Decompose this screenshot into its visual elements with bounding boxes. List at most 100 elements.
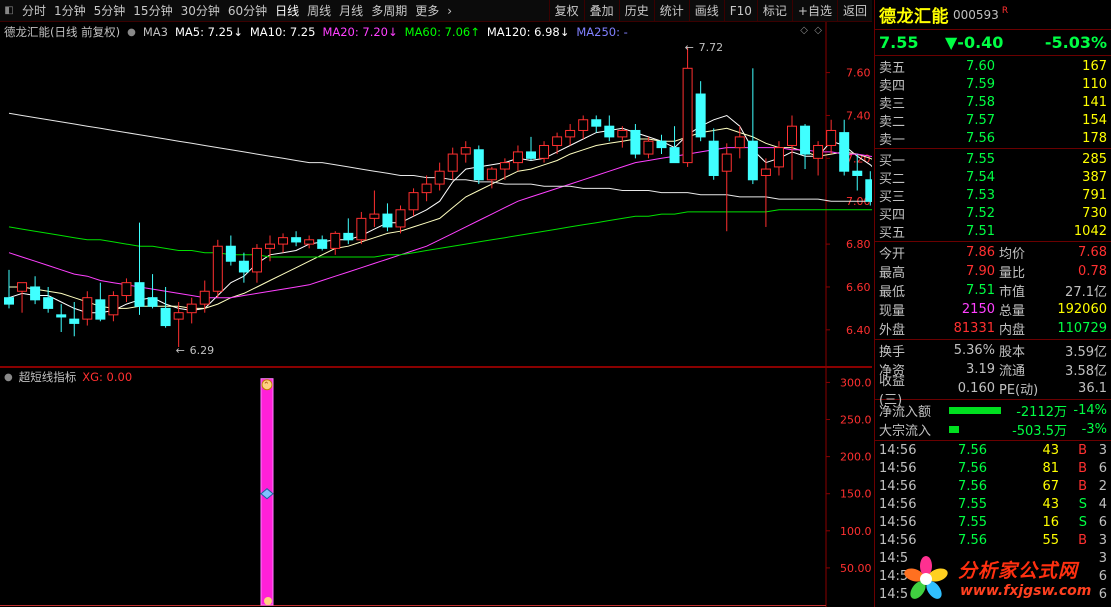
- stat-value: 81331: [953, 321, 995, 336]
- toolbar-button-8[interactable]: 返回: [836, 0, 872, 22]
- candle-body: [512, 151, 523, 164]
- settings-icon[interactable]: ●: [127, 27, 136, 38]
- stat-row: 最高 7.90 量比 0.78: [875, 262, 1111, 281]
- period-tab-10[interactable]: 更多: [411, 0, 443, 22]
- toolbar-button-2[interactable]: 历史: [618, 0, 654, 22]
- indicator-xg-value: XG: 0.00: [82, 370, 133, 384]
- period-tab-9[interactable]: 多周期: [367, 0, 411, 22]
- order-price: 7.59: [966, 76, 995, 92]
- candle-body: [356, 217, 367, 241]
- candle-body: [134, 282, 145, 307]
- candle-body: [160, 307, 171, 327]
- tick-row[interactable]: 14:56 7.56 81 B 6: [875, 459, 1111, 477]
- stat-label: 市值: [999, 285, 1026, 300]
- order-price: 7.55: [966, 151, 995, 167]
- buy-level-row[interactable]: 买二 7.54 387: [875, 168, 1111, 187]
- period-tab-7[interactable]: 周线: [303, 0, 335, 22]
- buy-level-row[interactable]: 买五 7.51 1042: [875, 222, 1111, 241]
- stat-row: 现量 2150 总量 192060: [875, 300, 1111, 319]
- flower-logo-icon: [904, 556, 948, 599]
- collapse-icon[interactable]: ◇: [814, 25, 822, 36]
- tick-row[interactable]: 14:56 7.56 67 B 2: [875, 477, 1111, 495]
- period-tab-1[interactable]: 1分钟: [50, 0, 90, 22]
- sell-level-row[interactable]: 卖三 7.58 141: [875, 93, 1111, 112]
- candle-body: [486, 168, 497, 181]
- toolbar-button-0[interactable]: 复权: [548, 0, 584, 22]
- tick-side: B: [1078, 460, 1087, 476]
- tick-time: 14:56: [879, 478, 917, 494]
- period-tab-0[interactable]: 分时: [18, 0, 50, 22]
- candle-body: [265, 243, 275, 249]
- r-badge: R: [1001, 6, 1009, 16]
- candle-body: [734, 136, 745, 149]
- tick-side: S: [1078, 496, 1087, 512]
- buy-level-row[interactable]: 买四 7.52 730: [875, 204, 1111, 223]
- period-tab-5[interactable]: 60分钟: [224, 0, 271, 22]
- tick-volume: 43: [1042, 496, 1059, 512]
- menu-icon[interactable]: ◧: [0, 0, 18, 22]
- tick-row[interactable]: 14:56 7.55 43 S 4: [875, 495, 1111, 513]
- candle-body: [173, 312, 184, 320]
- price-change: ▼-0.40: [945, 33, 1004, 52]
- ind-tick-label: 150.0: [840, 488, 872, 501]
- toolbar-button-6[interactable]: 标记: [756, 0, 792, 22]
- tick-price: 7.55: [958, 514, 987, 530]
- candle-body: [95, 299, 106, 320]
- period-tab-6[interactable]: 日线: [271, 0, 303, 22]
- period-tab-8[interactable]: 月线: [335, 0, 367, 22]
- trade-stats: 今开 7.86 均价 7.68 最高 7.90 量比 0.78 最低 7.51 市值 27.1亿 现量 2…: [875, 242, 1111, 340]
- period-tab-4[interactable]: 30分钟: [177, 0, 224, 22]
- indicator-svg: 300.0 250.0 200.0 150.0 100.0 50.00 ⌃: [0, 367, 872, 607]
- tick-row[interactable]: 14:56 7.55 16 S 6: [875, 513, 1111, 531]
- candle-body: [421, 183, 432, 194]
- indicator-pane[interactable]: ● 超短线指标 XG: 0.00 300.0 250.0 200.0 150.0 100…: [0, 367, 872, 607]
- flow-label: 净流入额: [879, 405, 932, 420]
- candle-body: [238, 260, 249, 273]
- diamond-icon[interactable]: ◇: [800, 25, 808, 36]
- order-price: 7.57: [966, 112, 995, 128]
- toolbar-button-5[interactable]: F10: [723, 0, 757, 22]
- order-price: 7.53: [966, 187, 995, 203]
- buy-level-row[interactable]: 买三 7.53 791: [875, 186, 1111, 205]
- stat-value: 3.19: [966, 362, 995, 377]
- tick-time: 14:56: [879, 514, 917, 530]
- indicator-title[interactable]: 超短线指标: [19, 369, 77, 385]
- order-volume: 141: [1082, 94, 1107, 110]
- quote-panel: 德龙汇能 000593 R 7.55 ▼-0.40 -5.03% 卖五 7.60 1…: [874, 0, 1111, 607]
- sell-level-row[interactable]: 卖四 7.59 110: [875, 75, 1111, 94]
- order-level-label: 卖四: [879, 78, 906, 94]
- tick-row[interactable]: 14:56 7.56 55 B 3: [875, 531, 1111, 549]
- stat-label: 均价: [999, 247, 1026, 262]
- toolbar-button-4[interactable]: 画线: [688, 0, 724, 22]
- order-volume: 730: [1082, 205, 1107, 221]
- kline-chart[interactable]: 德龙汇能(日线 前复权) ● MA3 MA5: 7.25↓ MA10: 7.25 MA…: [0, 22, 872, 367]
- more-arrow-icon[interactable]: ›: [443, 0, 456, 22]
- tick-side: B: [1078, 532, 1087, 548]
- flow-amount: -2112万: [1016, 405, 1067, 420]
- stat-label: 今开: [879, 247, 906, 262]
- indicator-legend: ● 超短线指标 XG: 0.00: [4, 369, 138, 385]
- candle-body: [17, 282, 28, 292]
- sell-level-row[interactable]: 卖一 7.56 178: [875, 129, 1111, 148]
- candle-body: [251, 247, 262, 273]
- period-tab-2[interactable]: 5分钟: [90, 0, 130, 22]
- period-tab-3[interactable]: 15分钟: [129, 0, 176, 22]
- candle-body: [473, 149, 484, 181]
- toolbar-button-1[interactable]: 叠加: [583, 0, 619, 22]
- sell-level-row[interactable]: 卖五 7.60 167: [875, 57, 1111, 76]
- order-level-label: 买一: [879, 153, 906, 169]
- tick-row[interactable]: 14:56 7.56 43 B 3: [875, 441, 1111, 459]
- stat-row: 最低 7.51 市值 27.1亿: [875, 281, 1111, 300]
- buy-level-row[interactable]: 买一 7.55 285: [875, 150, 1111, 169]
- stat-value: 7.86: [966, 245, 995, 260]
- toolbar-button-7[interactable]: +自选: [791, 0, 837, 22]
- order-volume: 154: [1082, 112, 1107, 128]
- indicator-settings-icon[interactable]: ●: [4, 372, 13, 383]
- ma-legend-item: MA120: 6.98↓: [486, 25, 570, 39]
- sell-level-row[interactable]: 卖二 7.57 154: [875, 111, 1111, 130]
- candle-body: [526, 151, 536, 159]
- ma-legend-item: MA20: 7.20↓: [322, 25, 398, 39]
- y-tick-label: 6.80: [846, 238, 871, 251]
- toolbar-button-3[interactable]: 统计: [653, 0, 689, 22]
- stat-value: 2150: [961, 302, 995, 317]
